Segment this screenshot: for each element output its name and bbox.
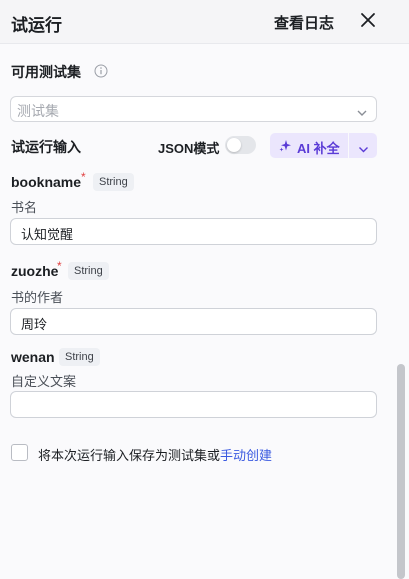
field-name-bookname: bookname bbox=[11, 174, 82, 190]
sparkle-icon bbox=[279, 139, 292, 152]
chevron-down-icon bbox=[356, 105, 368, 116]
manual-create-link[interactable]: 手动创建 bbox=[220, 448, 272, 463]
field-description-zuozhe: 书的作者 bbox=[11, 290, 64, 305]
field-description-bookname: 书名 bbox=[11, 200, 38, 215]
chevron-down-icon bbox=[358, 141, 369, 153]
bookname-input[interactable]: 认知觉醒 bbox=[10, 218, 377, 245]
type-tag: String bbox=[68, 262, 109, 280]
type-tag: String bbox=[59, 348, 100, 366]
testset-placeholder: 测试集 bbox=[17, 103, 59, 119]
run-input-label: 试运行输入 bbox=[11, 139, 81, 155]
type-tag: String bbox=[93, 173, 134, 191]
ai-complete-dropdown[interactable] bbox=[349, 133, 377, 158]
toggle-knob bbox=[227, 138, 241, 152]
required-asterisk: * bbox=[57, 259, 62, 273]
ai-complete-button[interactable]: AI 补全 bbox=[270, 133, 348, 158]
panel-header: 试运行 查看日志 bbox=[0, 0, 409, 44]
field-name-wenan: wenan bbox=[11, 349, 55, 365]
scrollbar-thumb[interactable] bbox=[397, 364, 405, 579]
panel-title: 试运行 bbox=[11, 16, 62, 35]
available-testset-label: 可用测试集 bbox=[11, 64, 81, 80]
required-asterisk: * bbox=[81, 170, 86, 184]
close-icon[interactable] bbox=[356, 8, 380, 32]
save-as-testset-text: 将本次运行输入保存为测试集或手动创建 bbox=[38, 445, 272, 464]
view-log-button[interactable]: 查看日志 bbox=[274, 12, 334, 33]
testset-select[interactable]: 测试集 bbox=[10, 96, 377, 122]
json-mode-toggle[interactable] bbox=[225, 136, 256, 154]
info-icon[interactable] bbox=[94, 64, 108, 78]
ai-complete-label: AI 补全 bbox=[297, 141, 340, 156]
wenan-input[interactable] bbox=[10, 391, 377, 418]
zuozhe-input[interactable]: 周玲 bbox=[10, 308, 377, 335]
field-description-wenan: 自定义文案 bbox=[11, 374, 77, 389]
save-as-testset-checkbox[interactable] bbox=[11, 444, 28, 461]
json-mode-label: JSON模式 bbox=[158, 141, 220, 156]
test-run-panel: 试运行 查看日志 可用测试集 测试集 试运行输入 JSON模式 AI 补全 bo… bbox=[0, 0, 409, 579]
field-name-zuozhe: zuozhe bbox=[11, 263, 59, 279]
save-as-testset-label: 将本次运行输入保存为测试集或 bbox=[38, 448, 221, 463]
